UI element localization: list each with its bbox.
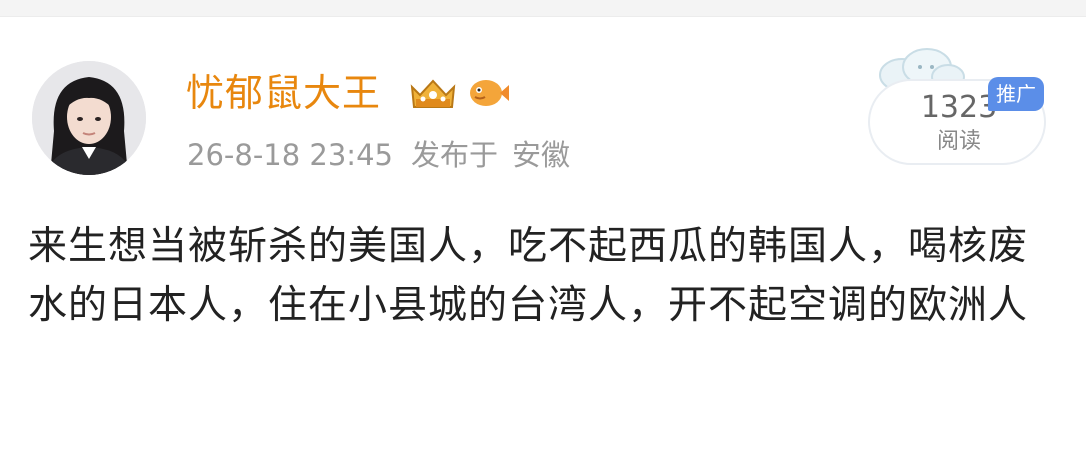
post-timestamp: 26-8-18 23:45 [187,138,393,172]
top-divider [0,0,1086,17]
promo-tag[interactable]: 推广 [988,77,1044,111]
post-meta: 26-8-18 23:45 发布于 安徽 [187,135,570,175]
weibo-post-card: 忧郁鼠大王 26-8-18 23:45 发布于 安徽 1323 阅读 推广 来生想当… [0,17,1086,450]
crown-badge-icon[interactable] [406,73,460,113]
fish-badge-icon[interactable] [466,75,510,111]
read-label: 阅读 [936,129,981,154]
avatar[interactable] [32,61,146,175]
username[interactable]: 忧郁鼠大王 [186,69,381,117]
published-label: 发布于 [410,138,498,172]
post-content: 来生想当被斩杀的美国人，吃不起西瓜的韩国人，喝核废水的日本人，住在小县城的台湾人… [28,224,1029,328]
post-location: 安徽 [512,138,571,172]
